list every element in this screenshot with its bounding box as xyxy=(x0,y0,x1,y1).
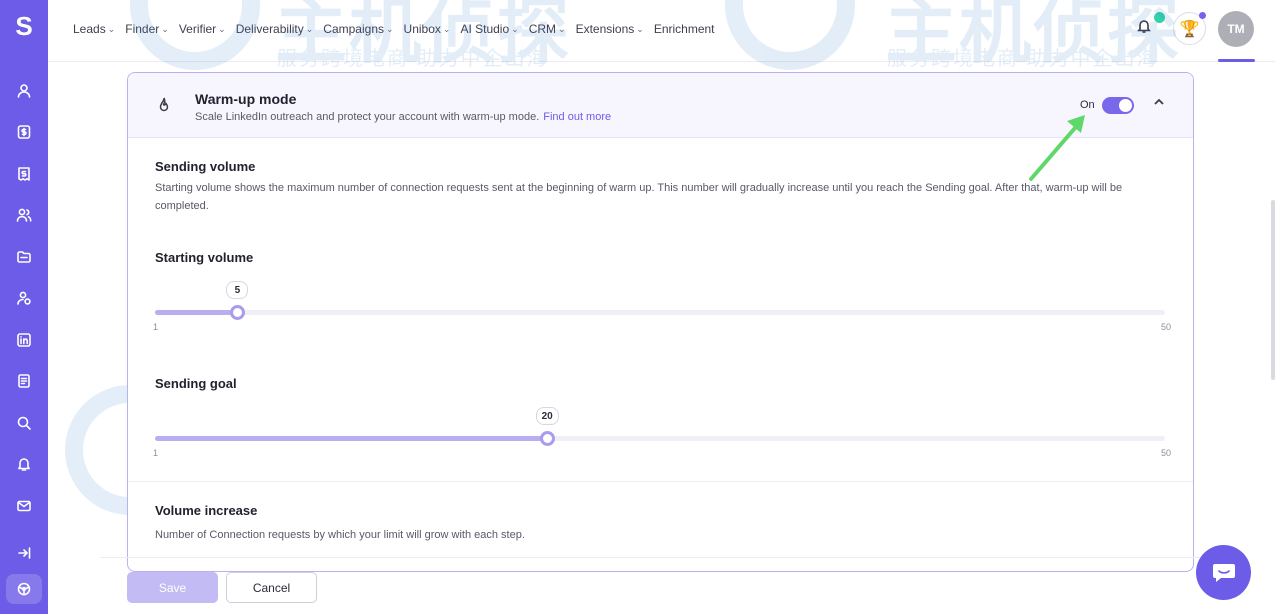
avatar[interactable]: TM xyxy=(1218,11,1254,47)
contacts-icon[interactable] xyxy=(12,286,36,310)
app-logo[interactable]: S xyxy=(0,0,48,52)
chevron-down-icon: ⌄ xyxy=(386,23,394,34)
warmup-subtitle: Scale LinkedIn outreach and protect your… xyxy=(195,111,612,123)
toggle-knob xyxy=(1119,99,1132,112)
slider-value-bubble: 20 xyxy=(535,407,559,425)
starting-volume-title: Starting volume xyxy=(155,250,254,265)
folder-icon[interactable] xyxy=(12,245,36,269)
chevron-up-icon[interactable] xyxy=(1152,95,1168,111)
warmup-header: Warm-up mode Scale LinkedIn outreach and… xyxy=(128,73,1193,138)
trophy-badge xyxy=(1199,12,1206,19)
chevron-down-icon: ⌄ xyxy=(218,23,226,34)
find-out-more-link[interactable]: Find out more xyxy=(543,111,611,123)
sidebar: S xyxy=(0,0,48,614)
sending-volume-description: Starting volume shows the maximum number… xyxy=(155,182,1123,212)
chevron-down-icon: ⌄ xyxy=(107,23,116,34)
notification-badge xyxy=(1154,12,1165,23)
chevron-down-icon: ⌄ xyxy=(558,23,566,34)
slider-track xyxy=(155,310,1165,315)
flame-icon xyxy=(155,96,175,116)
save-button[interactable]: Save xyxy=(127,572,218,603)
document-icon[interactable] xyxy=(12,369,36,393)
chevron-down-icon: ⌄ xyxy=(305,23,314,34)
nav-item-enrichment[interactable]: Enrichment xyxy=(652,22,717,36)
volume-increase-title: Volume increase xyxy=(155,503,258,518)
sending-volume-title: Sending volume xyxy=(155,159,256,174)
linkedin-icon[interactable] xyxy=(12,328,36,352)
chevron-down-icon: ⌄ xyxy=(636,23,644,34)
slider-min-label: 1 xyxy=(153,448,159,458)
chat-icon xyxy=(1212,563,1235,582)
volume-increase-description: Number of Connection requests by which y… xyxy=(155,529,525,541)
section-divider xyxy=(128,481,1193,482)
slider-fill xyxy=(155,310,238,315)
nav-item-finder[interactable]: Finder ⌄ xyxy=(123,22,171,36)
toggle-label: On xyxy=(1080,99,1095,111)
nav-menu: Leads ⌄ Finder ⌄ Verifier ⌄ Deliverability ⌄… xyxy=(71,0,717,58)
slider-value-bubble: 5 xyxy=(226,281,249,299)
scrollbar[interactable] xyxy=(1271,200,1275,380)
cancel-button[interactable]: Cancel xyxy=(226,572,317,603)
nav-item-ai-studio[interactable]: AI Studio ⌄ xyxy=(458,22,520,36)
slider-fill xyxy=(155,436,547,441)
nav-item-extensions[interactable]: Extensions ⌄ xyxy=(574,22,646,36)
nav-item-unibox[interactable]: Unibox ⌄ xyxy=(402,22,453,36)
sending-goal-title: Sending goal xyxy=(155,376,237,391)
warmup-title: Warm-up mode xyxy=(195,91,297,107)
warmup-settings-card: Warm-up mode Scale LinkedIn outreach and… xyxy=(127,72,1194,572)
chat-support-button[interactable] xyxy=(1196,545,1251,600)
logout-icon[interactable] xyxy=(12,541,36,565)
nav-item-verifier[interactable]: Verifier ⌄ xyxy=(177,22,228,36)
users-icon[interactable] xyxy=(12,203,36,227)
top-navigation: Leads ⌄ Finder ⌄ Verifier ⌄ Deliverability ⌄… xyxy=(48,0,1275,62)
user-icon[interactable] xyxy=(12,79,36,103)
avatar-active-indicator xyxy=(1218,59,1255,62)
bell-icon[interactable] xyxy=(12,452,36,476)
chevron-down-icon: ⌄ xyxy=(442,23,451,34)
slider-min-label: 1 xyxy=(153,322,159,332)
search-icon[interactable] xyxy=(12,411,36,435)
starting-volume-slider[interactable]: 5 1 50 xyxy=(153,281,1171,332)
sending-goal-slider[interactable]: 20 1 50 xyxy=(153,407,1171,458)
warmup-toggle[interactable] xyxy=(1102,97,1134,114)
slider-thumb[interactable] xyxy=(230,305,246,320)
slider-thumb[interactable] xyxy=(539,431,555,446)
dollar-doc-icon[interactable] xyxy=(12,120,36,144)
nav-item-crm[interactable]: CRM ⌄ xyxy=(527,22,568,36)
chevron-down-icon: ⌄ xyxy=(161,23,169,34)
chevron-down-icon: ⌄ xyxy=(511,23,519,34)
footer-divider xyxy=(100,557,1200,558)
invoice-icon[interactable] xyxy=(12,162,36,186)
slider-max-label: 50 xyxy=(1160,322,1171,332)
slider-max-label: 50 xyxy=(1160,448,1171,458)
nav-item-deliverability[interactable]: Deliverability ⌄ xyxy=(234,22,316,36)
mail-icon[interactable] xyxy=(12,494,36,518)
nav-item-campaigns[interactable]: Campaigns ⌄ xyxy=(321,22,395,36)
integrations-icon[interactable] xyxy=(12,577,36,601)
nav-item-leads[interactable]: Leads ⌄ xyxy=(71,22,117,36)
